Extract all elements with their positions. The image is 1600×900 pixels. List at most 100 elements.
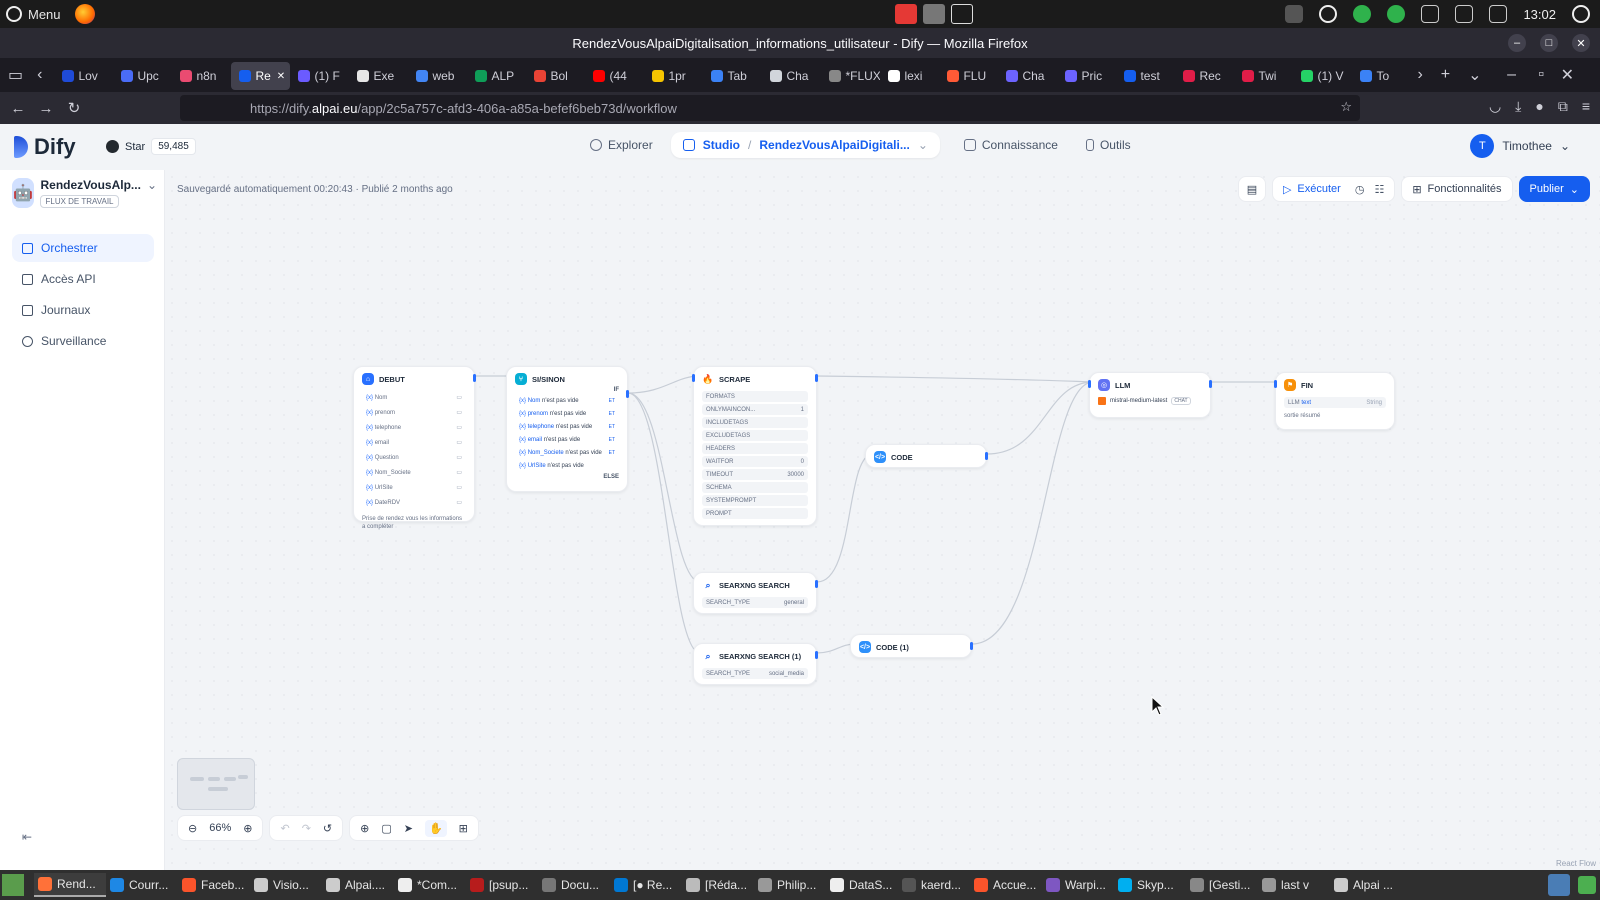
sidebar-item-orchestrer[interactable]: Orchestrer [12,234,154,262]
github-star-button[interactable]: Star 59,485 [106,138,196,155]
run-button[interactable]: ▷ Exécuter ◷ ☷ [1271,176,1396,202]
taskbar-item[interactable]: Alpai ... [1330,873,1402,897]
sidebar-item-logs[interactable]: Journaux [12,296,154,324]
tray-cancel-icon[interactable] [1319,5,1338,23]
firefox-tray-icon[interactable] [1548,874,1570,896]
env-variables-button[interactable]: ▤ [1237,176,1266,202]
publish-button[interactable]: Publier ⌄ [1518,176,1590,202]
browser-tab[interactable]: Pric [1057,62,1116,90]
taskbar-item[interactable]: Alpai.... [322,873,394,897]
browser-tab[interactable]: Upc [113,62,172,90]
app-card[interactable]: 🤖 RendezVousAlp... FLUX DE TRAVAIL ⌄ [12,178,157,218]
tab-list-dropdown-icon[interactable]: ⌄ [1468,65,1481,85]
taskbar-item[interactable]: [● Re... [610,873,682,897]
restore-inner-icon[interactable]: ▫ [1538,66,1544,84]
node-searxng-search[interactable]: ⌕ SEARXNG SEARCH SEARCH_TYPE general [693,572,818,614]
system-menu-button[interactable]: Menu [6,6,61,22]
scroll-tabs-left-icon[interactable]: ‹ [37,66,42,84]
tray-check-icon[interactable] [1353,5,1372,23]
browser-tab[interactable]: FLU [939,62,998,90]
browser-tab[interactable]: Exe [349,62,408,90]
taskbar-item[interactable]: Philip... [754,873,826,897]
extensions-icon[interactable]: ⧉ [1558,98,1568,115]
taskbar-item[interactable]: Rend... [34,873,106,897]
input-handle[interactable] [692,374,695,382]
url-bar[interactable]: https://dify. alpai.eu/app/2c5a757c-afd3-… [180,95,1360,121]
features-button[interactable]: ⊞ Fonctionnalités [1401,176,1513,202]
minimap[interactable] [177,758,255,810]
trash-icon[interactable] [1578,876,1596,894]
taskbar-item[interactable]: Courr... [106,873,178,897]
node-llm[interactable]: ◎ LLM mistral-medium-latest CHAT [1088,372,1212,418]
tray-network-icon[interactable] [1421,5,1440,23]
scroll-tabs-right-icon[interactable]: › [1417,66,1422,84]
browser-tab[interactable]: To [1352,62,1411,90]
input-handle[interactable] [1274,380,1277,388]
output-handle[interactable] [970,642,973,650]
taskbar-item[interactable]: Skyp... [1114,873,1186,897]
taskbar-item[interactable]: [psup... [466,873,538,897]
if-output-handle[interactable] [626,390,629,398]
browser-tab[interactable]: Twi [1234,62,1293,90]
power-icon[interactable] [1572,5,1590,23]
chevron-down-icon[interactable]: ⌄ [147,178,157,218]
app-menu-icon[interactable]: ≡ [1582,98,1590,115]
minimize-window-button[interactable]: – [1508,34,1526,52]
collapse-sidebar-icon[interactable]: ⇤ [22,830,32,844]
taskbar-item[interactable]: Docu... [538,873,610,897]
nav-explorer[interactable]: Explorer [580,132,663,158]
back-button[interactable]: ← [4,100,32,117]
zoom-level[interactable]: 66% [209,822,231,834]
taskbar-item[interactable]: kaerd... [898,873,970,897]
taskbar-item[interactable]: *Com... [394,873,466,897]
notifications-icon[interactable] [1455,5,1474,23]
output-handle[interactable] [815,374,818,382]
output-handle[interactable] [815,580,818,588]
sidebar-item-api[interactable]: Accès API [12,265,154,293]
sidebar-item-monitoring[interactable]: Surveillance [12,327,154,355]
workflow-canvas[interactable]: Sauvegardé automatiquement 00:20:43 · Pu… [165,170,1600,870]
taskbar-item[interactable]: last v [1258,873,1330,897]
pocket-icon[interactable]: ◡ [1489,98,1501,115]
node-code-1[interactable]: </> CODE (1) [850,634,973,658]
dify-logo[interactable]: Dify [14,134,76,160]
browser-tab[interactable]: 1pr [644,62,703,90]
node-fin[interactable]: ⚑ FIN LLM text String sortie résumé [1274,372,1395,430]
taskbar-item[interactable]: DataS... [826,873,898,897]
close-inner-icon[interactable]: ✕ [1561,65,1574,85]
anydesk-icon[interactable] [895,4,917,24]
add-node-icon[interactable]: ⊕ [360,822,369,835]
node-scrape[interactable]: 🔥 SCRAPE FORMATS ONLYMAINCON... 1 INCLUDETA… [692,366,818,526]
node-code[interactable]: </> CODE [865,444,988,468]
taskbar-item[interactable]: Accue... [970,873,1042,897]
browser-tab[interactable]: lexi [880,62,939,90]
add-note-icon[interactable]: ▢ [381,822,391,835]
browser-tab[interactable]: test [1116,62,1175,90]
hand-mode-icon[interactable]: ✋ [424,819,447,837]
user-menu[interactable]: T Timothee ⌄ [1470,134,1570,158]
checklist-icon[interactable]: ☷ [1374,183,1384,196]
close-window-button[interactable]: ✕ [1572,34,1590,52]
extension-b-icon[interactable]: ● [1535,98,1543,115]
chevron-down-icon[interactable]: ⌄ [918,138,928,152]
redo-icon[interactable]: ↷ [302,822,311,835]
react-flow-attribution[interactable]: React Flow [1556,859,1596,868]
history-icon[interactable]: ◷ [1355,183,1365,196]
bookmark-star-icon[interactable]: ☆ [1340,99,1352,115]
taskbar-item[interactable]: [Réda... [682,873,754,897]
browser-tab[interactable]: Lov [54,62,113,90]
taskbar-item[interactable]: Faceb... [178,873,250,897]
browser-tab[interactable]: Re ✕ [231,62,291,90]
firefox-launcher-icon[interactable] [74,4,95,24]
show-desktop-icon[interactable] [2,874,24,896]
node-ifelse[interactable]: ⑂ SI/SINON IF {x} Nom n'est pas vide ET {x… [506,366,629,492]
downloads-icon[interactable]: ⤓ [1515,98,1521,115]
browser-tab[interactable]: Cha [998,62,1057,90]
new-tab-button[interactable]: + [1441,66,1450,84]
organize-layout-icon[interactable]: ⊞ [459,822,468,835]
reload-button[interactable]: ↻ [60,99,88,117]
pointer-mode-icon[interactable]: ➤ [404,822,413,835]
minimize-inner-icon[interactable]: – [1507,66,1516,84]
undo-icon[interactable]: ↶ [280,822,289,835]
browser-tab[interactable]: n8n [172,62,231,90]
